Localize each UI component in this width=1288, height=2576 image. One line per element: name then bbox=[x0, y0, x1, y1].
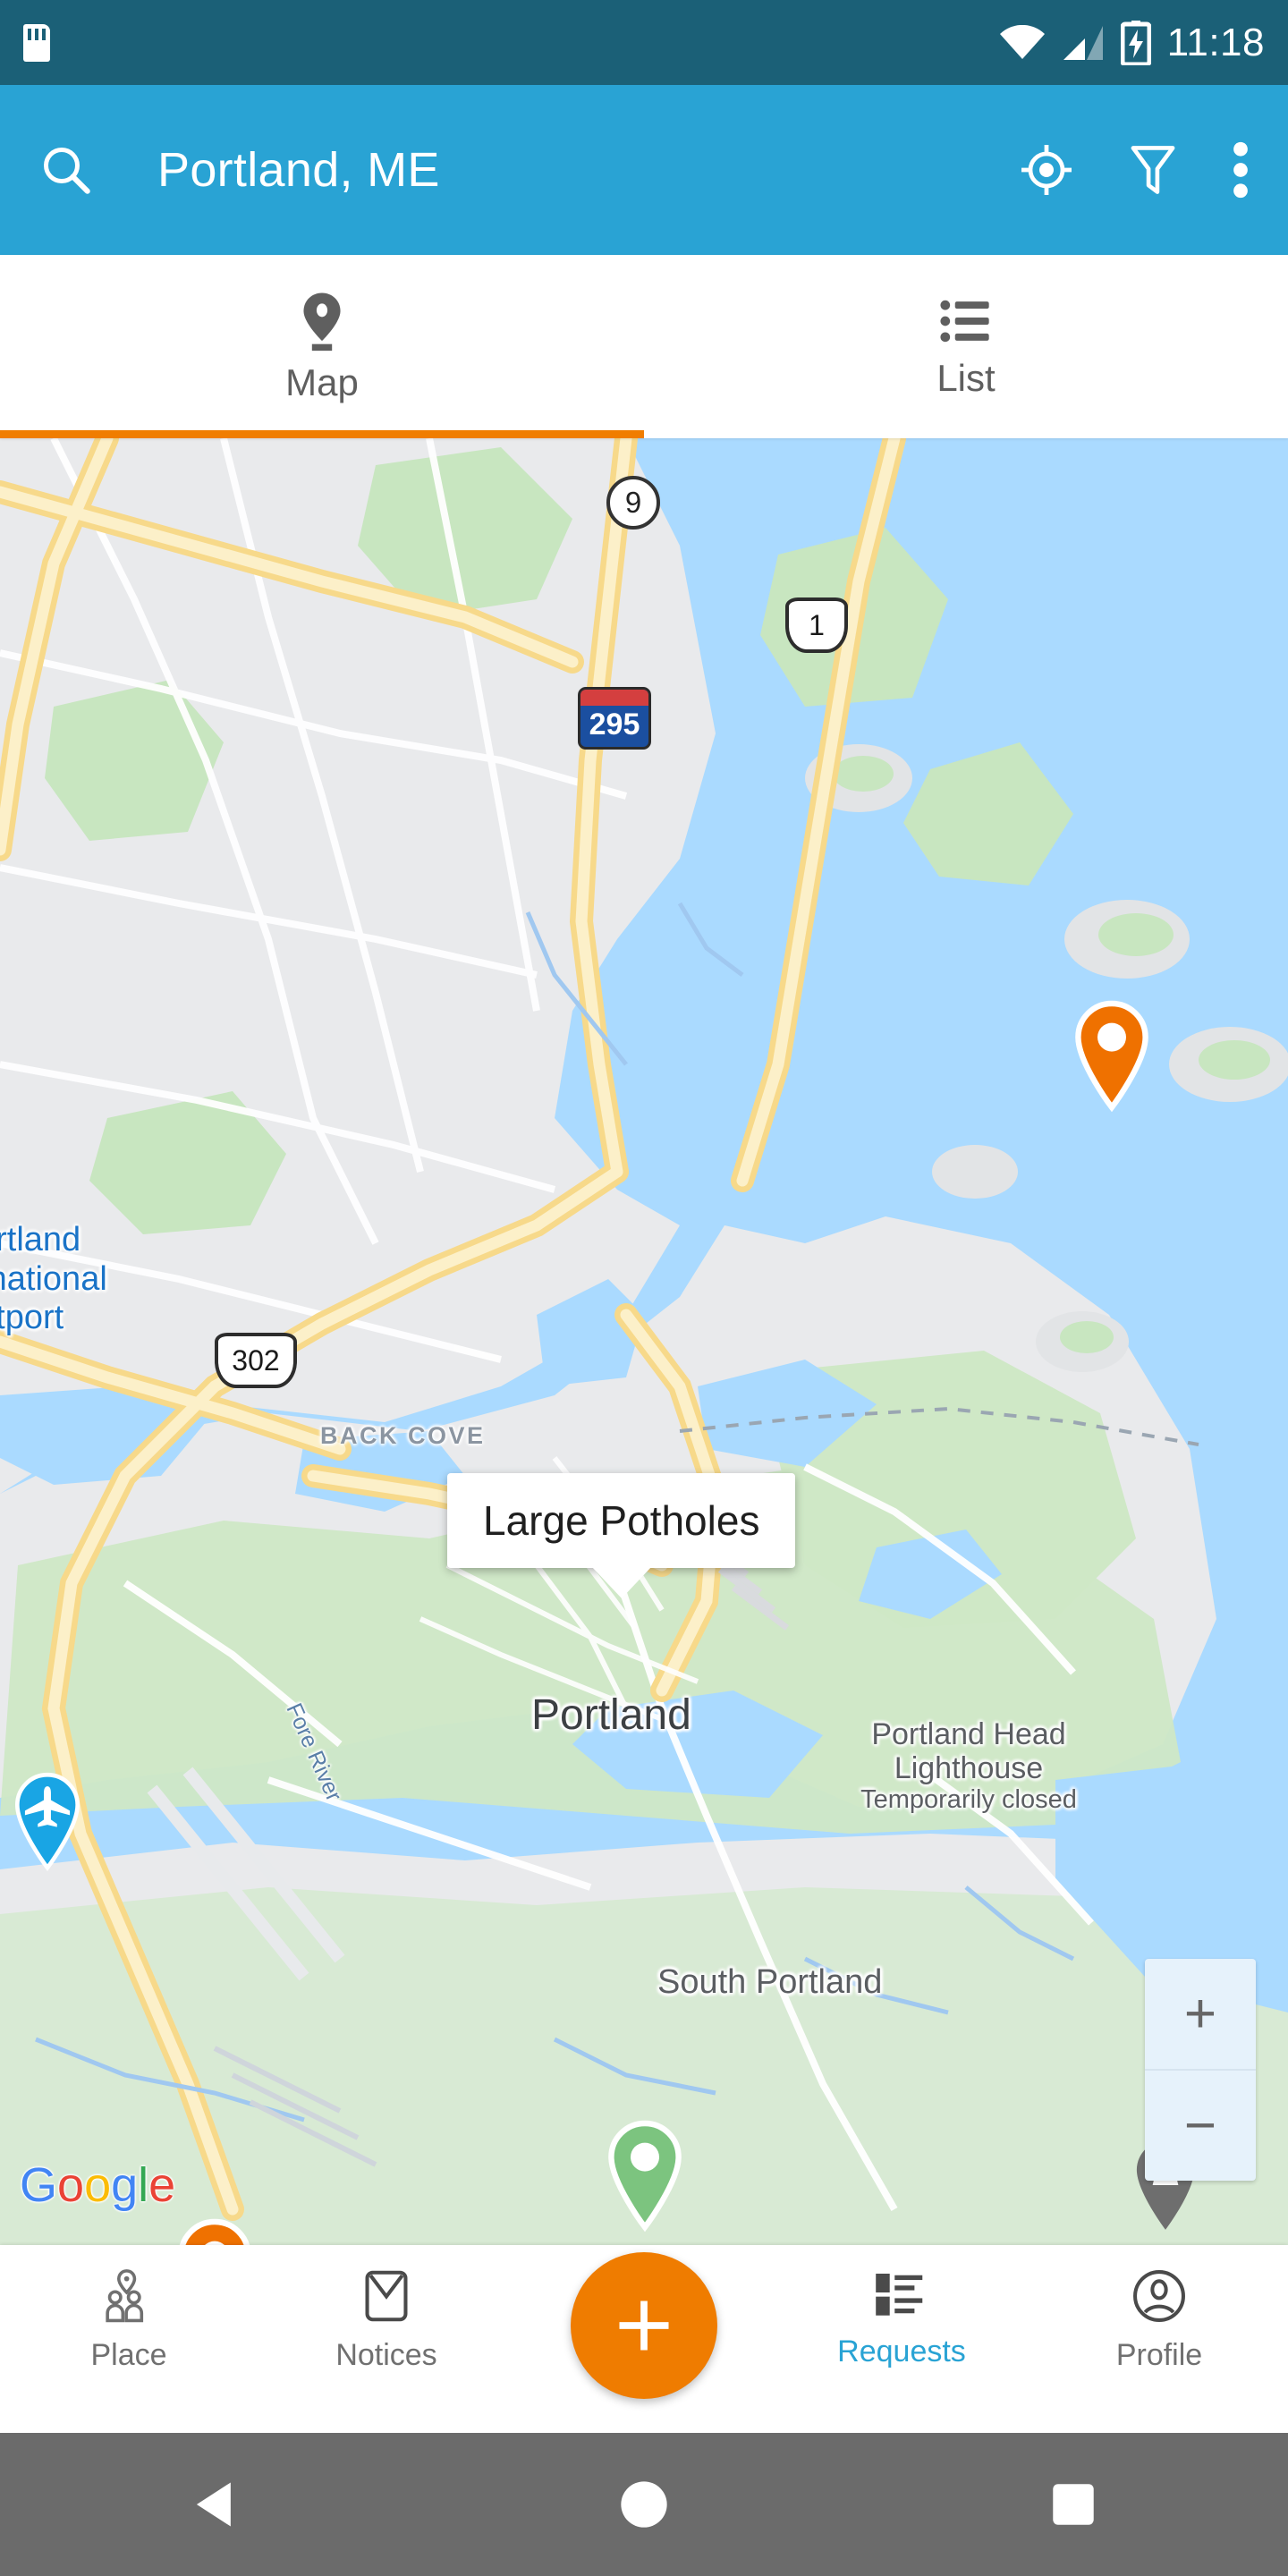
status-bar-clock: 11:18 bbox=[1166, 20, 1265, 64]
nav-label-requests: Requests bbox=[837, 2334, 966, 2368]
place-people-icon bbox=[106, 2269, 144, 2323]
zoom-in-button[interactable]: + bbox=[1145, 1959, 1256, 2071]
map-info-window[interactable]: Large Potholes bbox=[447, 1473, 796, 1568]
nav-item-place[interactable]: Place bbox=[0, 2245, 258, 2373]
info-window-title: Large Potholes bbox=[483, 1497, 760, 1544]
my-location-icon[interactable] bbox=[1020, 143, 1073, 197]
map-zoom-controls: + − bbox=[1145, 1959, 1256, 2181]
triangle-back-icon bbox=[196, 2482, 231, 2527]
request-marker-northeast[interactable] bbox=[1069, 1000, 1155, 1114]
filter-icon[interactable] bbox=[1129, 143, 1177, 197]
plus-icon bbox=[619, 2301, 669, 2351]
nav-item-profile[interactable]: Profile bbox=[1030, 2245, 1288, 2373]
tab-map[interactable]: Map bbox=[0, 255, 644, 438]
request-marker-selected[interactable] bbox=[602, 2120, 688, 2234]
requests-list-icon bbox=[876, 2273, 923, 2316]
map-canvas[interactable]: 9 1 295 302 77 BACK COVE Portland South … bbox=[0, 438, 1288, 2245]
nav-label-profile: Profile bbox=[1115, 2338, 1203, 2372]
airport-marker[interactable] bbox=[9, 1771, 86, 1875]
android-system-nav bbox=[0, 2433, 1288, 2576]
view-tabs: Map List bbox=[0, 255, 1288, 438]
tab-map-label: Map bbox=[285, 360, 359, 403]
nav-item-requests[interactable]: Requests bbox=[773, 2245, 1030, 2369]
overflow-menu-icon[interactable] bbox=[1233, 141, 1249, 199]
google-logo: Google bbox=[20, 2158, 176, 2212]
app-screen: 11:18 Portland, ME Map List 9 1 295 302 … bbox=[0, 0, 1288, 2576]
sd-card-icon bbox=[23, 23, 50, 62]
square-recents-icon bbox=[1053, 2484, 1094, 2525]
cellular-signal-icon bbox=[1063, 25, 1103, 60]
app-bar-actions bbox=[1020, 141, 1249, 199]
wifi-icon bbox=[999, 24, 1045, 59]
home-button[interactable] bbox=[555, 2433, 733, 2576]
envelope-icon bbox=[365, 2270, 408, 2322]
status-bar-right-icons: 11:18 bbox=[999, 20, 1265, 65]
request-marker-southwest[interactable] bbox=[172, 2218, 258, 2245]
zoom-in-label: + bbox=[1183, 1982, 1217, 2045]
road-shield-9: 9 bbox=[606, 476, 660, 530]
status-bar: 11:18 bbox=[0, 0, 1288, 85]
zoom-out-button[interactable]: − bbox=[1145, 2071, 1256, 2181]
status-bar-left-icons bbox=[23, 23, 50, 62]
app-bar-title[interactable]: Portland, ME bbox=[157, 142, 440, 198]
search-icon[interactable] bbox=[39, 143, 93, 197]
map-pin-icon bbox=[303, 292, 341, 351]
profile-person-icon bbox=[1133, 2270, 1185, 2322]
battery-charging-icon bbox=[1120, 20, 1151, 65]
tab-list-label: List bbox=[936, 356, 996, 399]
add-request-fab[interactable] bbox=[571, 2252, 717, 2399]
road-shield-1: 1 bbox=[785, 597, 848, 653]
back-button[interactable] bbox=[125, 2433, 304, 2576]
road-shield-302: 302 bbox=[215, 1333, 297, 1388]
road-shield-295: 295 bbox=[578, 687, 651, 750]
app-bar: Portland, ME bbox=[0, 85, 1288, 255]
nav-item-notices[interactable]: Notices bbox=[258, 2245, 515, 2373]
tab-list[interactable]: List bbox=[644, 255, 1288, 438]
list-icon bbox=[940, 300, 989, 342]
circle-home-icon bbox=[621, 2481, 667, 2528]
recents-button[interactable] bbox=[984, 2433, 1163, 2576]
nav-label-notices: Notices bbox=[335, 2338, 437, 2372]
zoom-out-label: − bbox=[1183, 2094, 1217, 2157]
nav-label-place: Place bbox=[90, 2338, 167, 2372]
